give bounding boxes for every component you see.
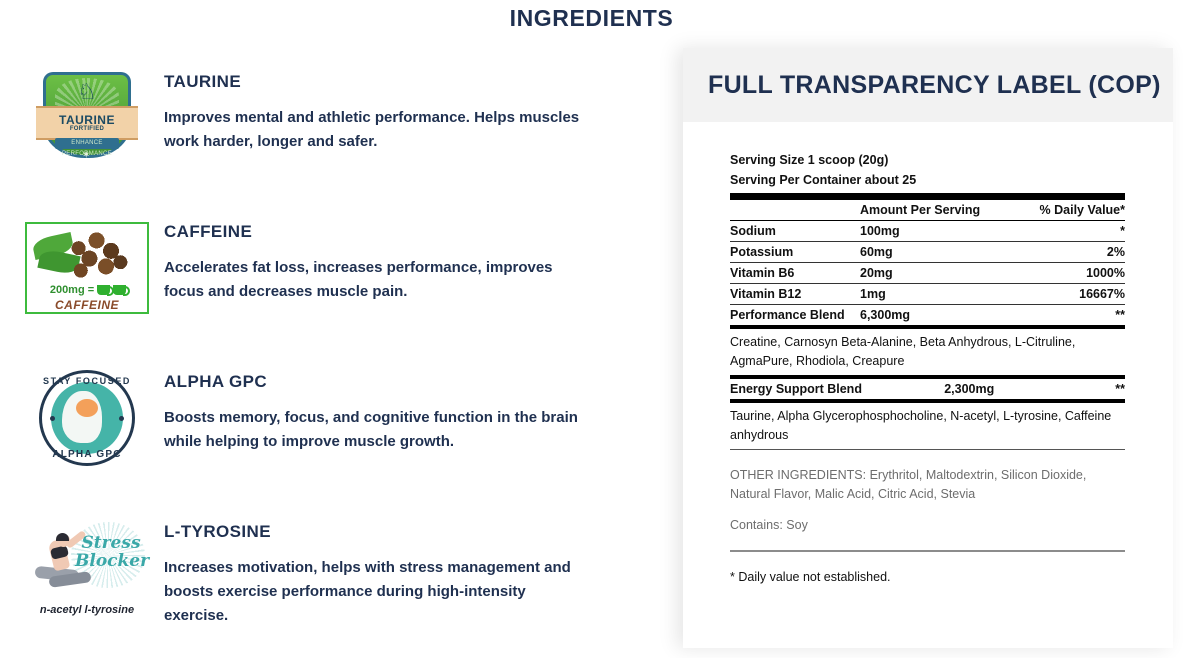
panel-title: FULL TRANSPARENCY LABEL (COP) (708, 70, 1161, 99)
taurine-shield-icon: ♘ TAURINE FORTIFIED ENHANCE PERFORMANCE … (35, 70, 139, 166)
nutrient-amount: 20mg (860, 262, 1025, 284)
alpha-gpc-bottom-text: ALPHA GPC (52, 449, 122, 460)
yoga-stress-blocker-icon: Stress Blocker n-acetyl l-tyrosine (25, 518, 149, 618)
coffee-cup-icon (97, 285, 115, 296)
l-tyrosine-caption: n-acetyl l-tyrosine (39, 604, 135, 616)
brain-icon (76, 399, 98, 417)
l-tyrosine-text-block: L-TYROSINE Increases motivation, helps w… (152, 508, 594, 628)
taurine-tagline: ENHANCE PERFORMANCE (55, 138, 119, 157)
nutrient-daily-value: ** (1115, 308, 1125, 322)
ingredient-description: Increases motivation, helps with stress … (164, 559, 571, 624)
supplement-facts-body: Serving Size 1 scoop (20g) Serving Per C… (683, 122, 1173, 584)
table-header-row: Amount Per Serving % Daily Value* (730, 200, 1125, 221)
nutrient-name: Sodium (730, 220, 860, 242)
column-header-name (730, 200, 860, 221)
daily-value-footnote: * Daily value not established. (730, 570, 891, 584)
nutrient-daily-value: ** (1115, 382, 1125, 396)
transparency-label-panel: FULL TRANSPARENCY LABEL (COP) Serving Si… (683, 48, 1173, 648)
table-row: Potassium 60mg 2% (730, 241, 1125, 263)
caffeine-badge-image: 200mg = CAFFEINE (22, 208, 152, 328)
nutrient-daily-value: 1000% (1025, 262, 1125, 284)
ingredient-description: Improves mental and athletic performance… (164, 109, 580, 150)
star-icon: ✶ (82, 150, 91, 161)
performance-blend-ingredients: Creatine, Carnosyn Beta-Alanine, Beta An… (730, 329, 1125, 379)
nutrient-amount: 100mg (860, 220, 1025, 242)
caffeine-caption: CAFFEINE (55, 298, 119, 312)
ingredient-name: L-TYROSINE (164, 522, 271, 541)
contains-allergens: Contains: Soy (730, 518, 808, 532)
ingredient-item-caffeine: 200mg = CAFFEINE CAFFEINE Accelerates fa… (0, 208, 640, 358)
table-row-performance-blend: Performance Blend 6,300mg ** (730, 305, 1125, 326)
ingredient-item-alpha-gpc: STAY FOCUSED ALPHA GPC ALPHA GPC Boosts … (0, 358, 640, 508)
table-row-energy-blend: Energy Support Blend 2,300mg ** (730, 379, 1125, 399)
bull-head-icon: ♘ (77, 79, 97, 104)
nutrient-name: Vitamin B6 (730, 262, 860, 284)
energy-blend-ingredients: Taurine, Alpha Glycerophosphocholine, N-… (730, 403, 1125, 450)
taurine-banner: TAURINE FORTIFIED (36, 106, 138, 140)
panel-header: FULL TRANSPARENCY LABEL (COP) (683, 48, 1173, 122)
other-ingredients: OTHER INGREDIENTS: Erythritol, Maltodext… (730, 468, 1087, 501)
nutrient-amount: 6,300mg (860, 308, 911, 322)
column-header-daily-value: % Daily Value* (1025, 200, 1125, 221)
alpha-gpc-badge-image: STAY FOCUSED ALPHA GPC (22, 358, 152, 478)
serving-per-container: Serving Per Container about 25 (730, 173, 917, 187)
table-row: Sodium 100mg * (730, 220, 1125, 242)
dot-icon (119, 416, 124, 421)
taurine-banner-secondary: FORTIFIED (69, 126, 105, 132)
alpha-gpc-top-text: STAY FOCUSED (42, 376, 132, 386)
divider-gray (730, 550, 1125, 552)
nutrient-amount: 60mg (860, 241, 1025, 263)
coffee-beans-icon: 200mg = CAFFEINE (25, 222, 149, 314)
divider-thick (730, 193, 1125, 200)
nutrient-name: Energy Support Blend (730, 382, 862, 396)
nutrient-amount: 1mg (860, 283, 1025, 305)
taurine-banner-primary: TAURINE (59, 113, 115, 127)
nutrient-name: Potassium (730, 241, 860, 263)
taurine-text-block: TAURINE Improves mental and athletic per… (152, 58, 594, 154)
ingredient-name: CAFFEINE (164, 222, 253, 241)
column-header-amount: Amount Per Serving (860, 200, 1025, 221)
taurine-badge-image: ♘ TAURINE FORTIFIED ENHANCE PERFORMANCE … (22, 58, 152, 178)
ingredient-name: TAURINE (164, 72, 242, 91)
coffee-cup-icon (113, 285, 131, 296)
table-row: Vitamin B6 20mg 1000% (730, 262, 1125, 284)
nutrient-daily-value: 2% (1025, 241, 1125, 263)
coffee-bean-cluster (57, 230, 129, 282)
caffeine-text-block: CAFFEINE Accelerates fat loss, increases… (152, 208, 594, 304)
nutrient-daily-value: 16667% (1025, 283, 1125, 305)
dot-icon (50, 416, 55, 421)
caffeine-dose-row: 200mg = (33, 284, 143, 296)
serving-size: Serving Size 1 scoop (20g) (730, 153, 889, 167)
stress-blocker-script-text: Stress Blocker (75, 533, 150, 571)
hair-shape (56, 533, 69, 541)
nutrient-daily-value: * (1025, 220, 1125, 242)
nutrient-name: Vitamin B12 (730, 283, 860, 305)
supplement-facts-table: Amount Per Serving % Daily Value* Sodium… (730, 200, 1125, 325)
ingredient-description: Accelerates fat loss, increases performa… (164, 259, 553, 300)
table-row: Vitamin B12 1mg 16667% (730, 283, 1125, 305)
alpha-gpc-text-block: ALPHA GPC Boosts memory, focus, and cogn… (152, 358, 594, 454)
ingredient-item-taurine: ♘ TAURINE FORTIFIED ENHANCE PERFORMANCE … (0, 58, 640, 208)
l-tyrosine-badge-image: Stress Blocker n-acetyl l-tyrosine (22, 508, 152, 628)
ingredient-item-l-tyrosine: Stress Blocker n-acetyl l-tyrosine L-TYR… (0, 508, 640, 658)
energy-blend-table: Energy Support Blend 2,300mg ** (730, 379, 1125, 399)
page-title: INGREDIENTS (509, 5, 674, 31)
caffeine-dose-text: 200mg = (49, 284, 95, 296)
nutrient-name: Performance Blend (730, 308, 845, 322)
nutrient-amount: 2,300mg (944, 382, 995, 396)
brain-focus-icon: STAY FOCUSED ALPHA GPC (39, 370, 135, 466)
ingredients-list: ♘ TAURINE FORTIFIED ENHANCE PERFORMANCE … (0, 58, 640, 658)
ingredient-name: ALPHA GPC (164, 372, 268, 391)
ingredient-description: Boosts memory, focus, and cognitive func… (164, 409, 578, 450)
